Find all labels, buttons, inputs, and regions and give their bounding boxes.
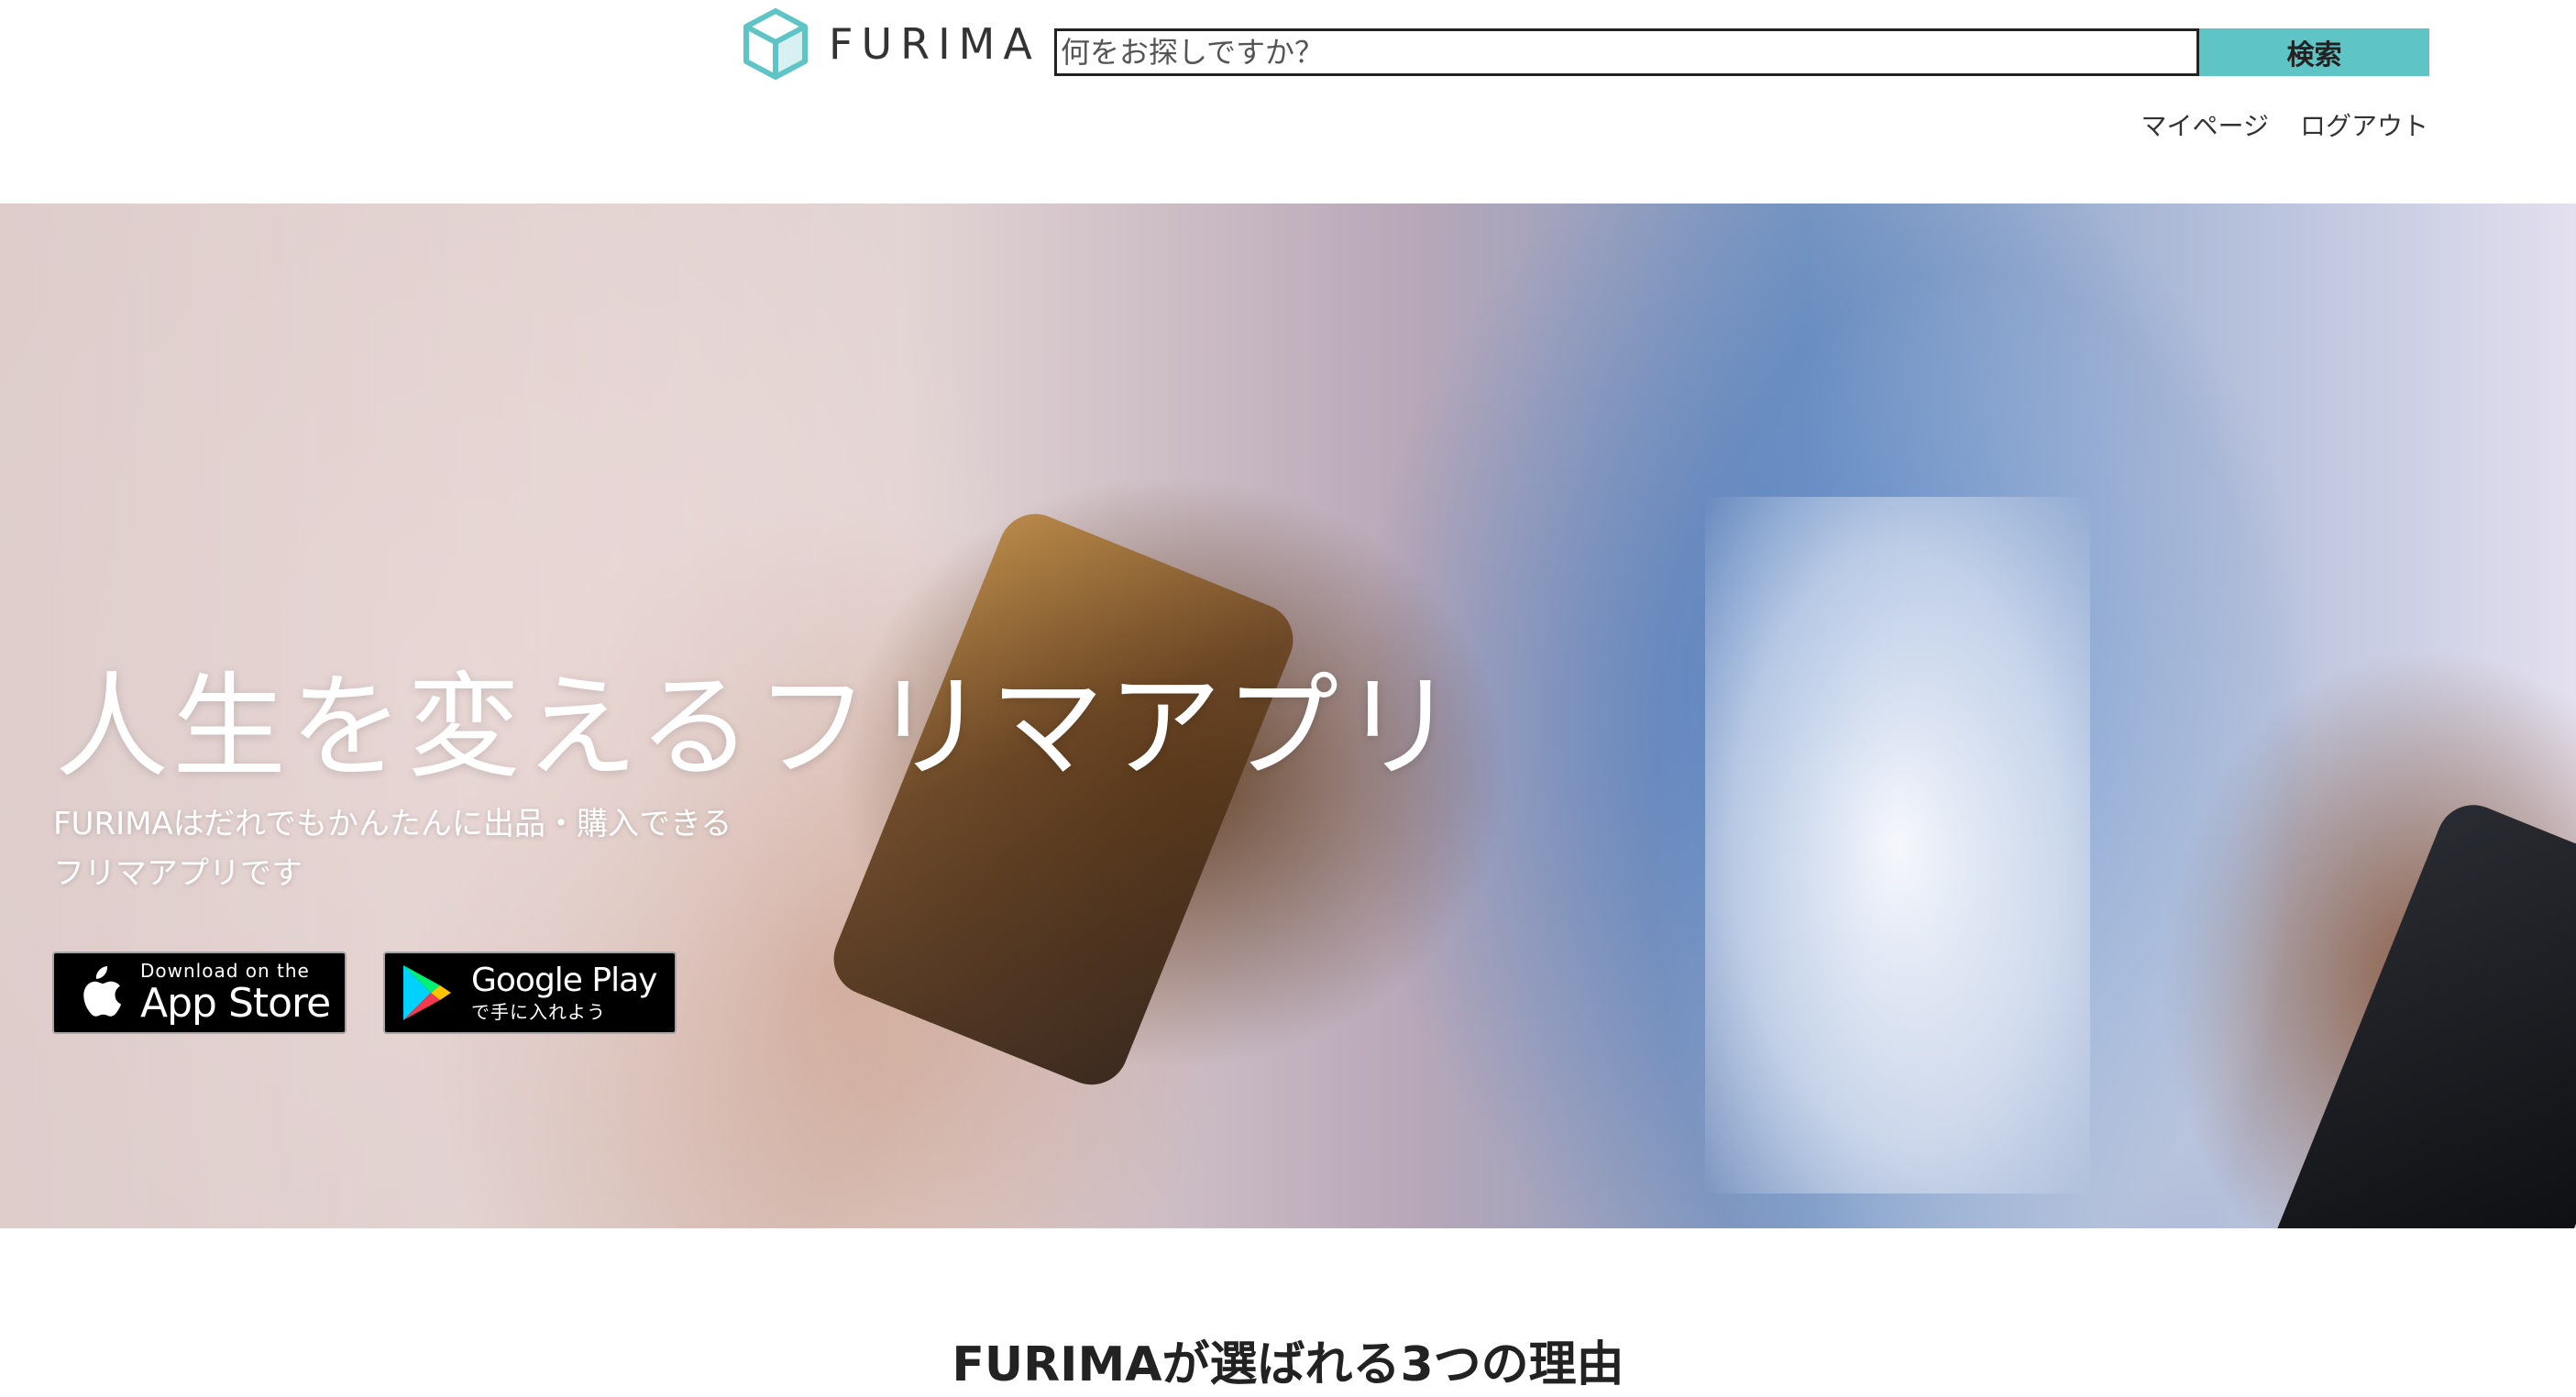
hero-lead-line: FURIMAはだれでもかんたんに出品・購入できる [53, 806, 732, 842]
hero-banner: 人生を変えるフリマアプリ FURIMAはだれでもかんたんに出品・購入できる フリ… [0, 204, 2576, 1228]
hero-lead: FURIMAはだれでもかんたんに出品・購入できる フリマアプリです [53, 799, 732, 898]
mypage-link[interactable]: マイページ [2141, 106, 2269, 143]
google-play-badge-text: Google Play で手に入れよう [471, 962, 657, 1023]
site-header: FURIMA 検索 マイページ ログアウト [0, 0, 2576, 204]
logo-wordmark: FURIMA [829, 19, 1040, 69]
hero-title: 人生を変えるフリマアプリ [55, 662, 1460, 794]
reasons-section: FURIMAが選ばれる3つの理由 [0, 1228, 2576, 1397]
google-play-icon [403, 965, 451, 1020]
google-play-badge-small: で手に入れよう [471, 1001, 606, 1023]
google-play-badge-large: Google Play [471, 962, 657, 999]
home-logo-link[interactable]: FURIMA [743, 7, 1040, 81]
search-button[interactable]: 検索 [2199, 28, 2429, 76]
logout-link[interactable]: ログアウト [2300, 106, 2428, 143]
cube-logo-icon [743, 8, 808, 80]
apple-icon [83, 966, 121, 1017]
user-nav: マイページ ログアウト [2141, 106, 2428, 143]
google-play-badge[interactable]: Google Play で手に入れよう [383, 952, 677, 1034]
hero-lead-line: フリマアプリです [53, 855, 303, 892]
search-input[interactable] [1054, 28, 2199, 76]
app-store-badge-small: Download on the [140, 960, 310, 982]
app-store-badge-text: Download on the App Store [140, 960, 331, 1027]
app-store-badge[interactable]: Download on the App Store [52, 952, 347, 1034]
reasons-title: FURIMAが選ばれる3つの理由 [952, 1337, 1624, 1392]
search-form: 検索 [1054, 28, 2429, 76]
app-store-badge-large: App Store [140, 980, 331, 1027]
